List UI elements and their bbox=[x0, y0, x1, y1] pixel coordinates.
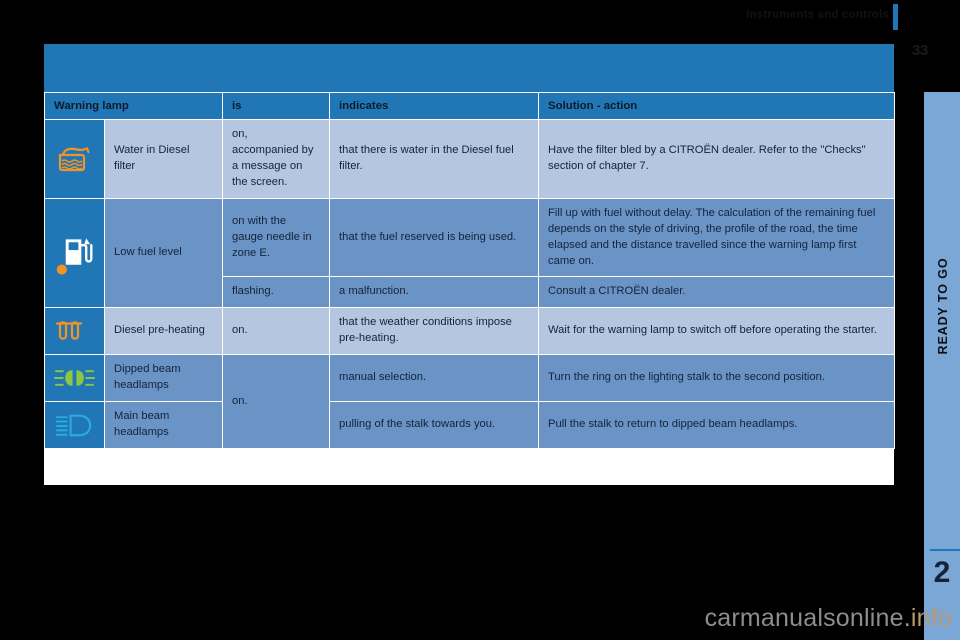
warning-lamp-solution: Wait for the warning lamp to switch off … bbox=[538, 307, 896, 356]
page-number: 33 bbox=[912, 42, 928, 59]
warning-lamp-icon-cell bbox=[44, 197, 105, 309]
warning-lamp-indicates: that there is water in the Diesel fuel f… bbox=[329, 119, 540, 199]
warning-lamp-name: Low fuel level bbox=[103, 197, 224, 309]
warning-lamp-indicates: pulling of the stalk towards you. bbox=[329, 400, 540, 449]
watermark-name: carmanualsonline bbox=[704, 604, 904, 632]
water-in-diesel-filter-icon bbox=[54, 144, 95, 174]
header-rule bbox=[893, 4, 898, 30]
title-band bbox=[44, 44, 894, 92]
chapter-side-tab-label: READY TO GO bbox=[936, 257, 950, 355]
warning-lamp-icon-cell bbox=[44, 400, 105, 449]
warning-lamp-name: Dipped beam headlamps bbox=[103, 354, 224, 402]
table-row: Dipped beam headlamps on. manual selecti… bbox=[44, 354, 896, 449]
content-panel: Warning lamp is indicates Solution - act… bbox=[43, 44, 896, 485]
main-beam-headlamps-icon bbox=[54, 412, 95, 438]
warning-lamp-solution: Consult a CITROËN dealer. bbox=[538, 276, 896, 309]
dipped-beam-headlamps-icon bbox=[54, 366, 95, 390]
watermark-tld: .info bbox=[903, 604, 952, 632]
warning-lamp-table: Warning lamp is indicates Solution - act… bbox=[43, 91, 896, 449]
table-row: Main beam headlamps pulling of the stalk… bbox=[44, 400, 896, 449]
table-row: Diesel pre-heating on. that the weather … bbox=[44, 307, 896, 356]
warning-lamp-icon-cell bbox=[44, 307, 105, 356]
page-root: Instruments and controls 33 READY TO GO … bbox=[0, 0, 960, 640]
warning-lamp-icon-cell bbox=[44, 354, 105, 402]
warning-lamp-solution: Have the filter bled by a CITROËN dealer… bbox=[538, 119, 896, 199]
warning-lamp-is: flashing. bbox=[222, 276, 331, 309]
warning-lamp-icon-cell bbox=[44, 119, 105, 199]
table-row: Low fuel level on with the gauge needle … bbox=[44, 197, 896, 309]
col-header-warning-lamp: Warning lamp bbox=[43, 91, 224, 121]
running-head: Instruments and controls bbox=[746, 9, 889, 21]
diesel-pre-heating-icon bbox=[54, 319, 95, 343]
warning-lamp-is: on. bbox=[222, 307, 331, 356]
warning-lamp-solution: Turn the ring on the lighting stalk to t… bbox=[538, 354, 896, 402]
warning-lamp-name: Main beam headlamps bbox=[103, 400, 224, 449]
chapter-side-tab-rule bbox=[930, 549, 960, 551]
warning-lamp-solution: Fill up with fuel without delay. The cal… bbox=[538, 197, 896, 278]
table-header-row: Warning lamp is indicates Solution - act… bbox=[43, 91, 896, 121]
warning-lamp-is: on, accompanied by a message on the scre… bbox=[222, 119, 331, 199]
warning-lamp-indicates: that the weather conditions impose pre-h… bbox=[329, 307, 540, 356]
warning-lamp-indicates: a malfunction. bbox=[329, 276, 540, 309]
warning-lamp-name: Diesel pre-heating bbox=[103, 307, 224, 356]
warning-lamp-solution: Pull the stalk to return to dipped beam … bbox=[538, 400, 896, 449]
col-header-is: is bbox=[222, 91, 331, 121]
warning-lamp-indicates: that the fuel reserved is being used. bbox=[329, 197, 540, 278]
col-header-indicates: indicates bbox=[329, 91, 540, 121]
warning-lamp-is: on. bbox=[222, 354, 331, 449]
table-row: Water in Diesel filter on, accompanied b… bbox=[44, 119, 896, 199]
chapter-side-tab: READY TO GO 2 bbox=[924, 92, 960, 640]
col-header-solution: Solution - action bbox=[538, 91, 896, 121]
low-fuel-level-icon bbox=[54, 225, 95, 281]
site-watermark: carmanualsonline.info bbox=[0, 604, 952, 633]
warning-lamp-is: on with the gauge needle in zone E. bbox=[222, 197, 331, 278]
chapter-number: 2 bbox=[933, 556, 951, 589]
warning-lamp-name: Water in Diesel filter bbox=[103, 119, 224, 199]
warning-lamp-indicates: manual selection. bbox=[329, 354, 540, 402]
